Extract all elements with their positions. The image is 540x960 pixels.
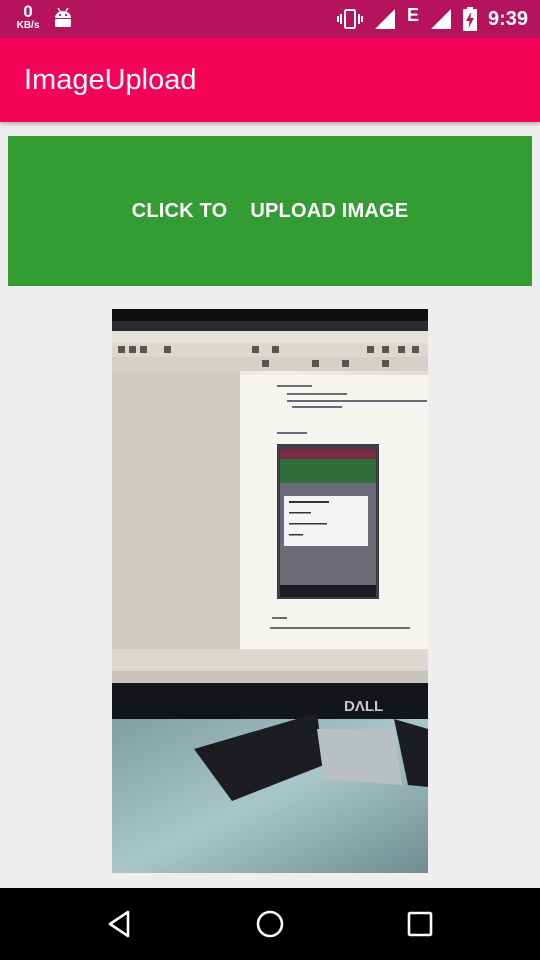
recents-icon[interactable] [404, 908, 436, 940]
clock: 9:39 [487, 7, 528, 30]
data-rate-unit: KB/s [16, 20, 40, 31]
uploaded-photo-of-monitor: DΛLL [112, 309, 428, 873]
status-icons: E 9:39 [336, 0, 528, 38]
home-icon[interactable] [254, 908, 286, 940]
app-title: ImageUpload [24, 64, 197, 96]
battery-charging-icon [462, 7, 477, 31]
svg-text:DΛLL: DΛLL [344, 698, 383, 715]
signal-icon [430, 9, 451, 29]
navigation-bar [0, 888, 540, 960]
data-rate-indicator: 0 KB/s [14, 3, 42, 31]
android-debug-icon [55, 7, 71, 27]
network-type: E [406, 4, 419, 25]
upload-image-button[interactable]: CLICK TO UPLOAD IMAGE [8, 136, 532, 286]
data-rate-value: 0 [23, 2, 33, 21]
uploaded-image-preview: DΛLL [112, 309, 428, 873]
signal-icon [374, 9, 395, 29]
vibrate-icon [336, 9, 363, 29]
app-bar: ImageUpload [0, 38, 540, 122]
status-bar: 0 KB/s E 9:39 [0, 0, 540, 38]
back-icon[interactable] [104, 908, 136, 940]
